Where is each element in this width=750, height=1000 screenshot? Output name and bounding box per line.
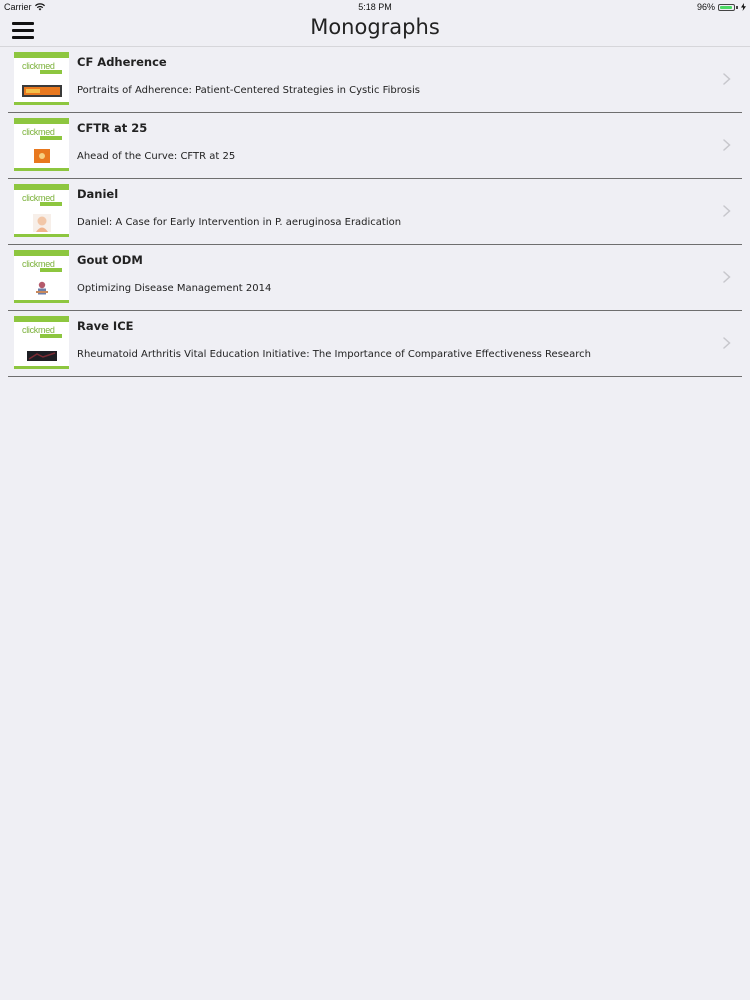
monograph-subtitle: Ahead of the Curve: CFTR at 25 [77,151,236,162]
monograph-row[interactable]: clickmed Gout ODM Optimizing Disease Man… [8,245,742,311]
thumbnail-top-bar [14,316,69,322]
clickmed-logo: clickmed [22,62,62,76]
monograph-title: CFTR at 25 [77,121,148,135]
battery-icon [718,3,735,11]
monograph-title: CF Adherence [77,55,167,69]
thumbnail-top-bar [14,52,69,58]
thumbnail-bottom-bar [14,300,69,303]
clickmed-logo: clickmed [22,326,62,340]
monograph-subtitle: Portraits of Adherence: Patient-Centered… [77,85,420,96]
page-title: Monographs [310,15,440,39]
thumbnail-art-icon [33,280,50,300]
monograph-title: Rave ICE [77,319,134,333]
monograph-thumbnail: clickmed [14,52,69,105]
clickmed-logo: clickmed [22,128,62,142]
thumbnail-bottom-bar [14,234,69,237]
chevron-right-icon [723,205,731,217]
monograph-thumbnail: clickmed [14,118,69,171]
thumbnail-art-icon [32,214,51,236]
logo-text: clickmed [22,61,55,71]
thumbnail-top-bar [14,118,69,124]
thumbnail-art-icon [26,346,57,365]
status-right: 96% [697,2,746,12]
monograph-row[interactable]: clickmed Rave ICE Rheumatoid Arthritis V… [8,311,742,377]
chevron-right-icon [723,139,731,151]
thumbnail-top-bar [14,250,69,256]
thumbnail-bottom-bar [14,366,69,369]
monograph-row[interactable]: clickmed Daniel Daniel: A Case for Early… [8,179,742,245]
thumbnail-bottom-bar [14,102,69,105]
status-time: 5:18 PM [358,2,392,12]
logo-text: clickmed [22,259,55,269]
clickmed-logo: clickmed [22,194,62,208]
battery-percent: 96% [696,2,715,12]
navigation-bar: Monographs [0,14,750,47]
monograph-subtitle: Daniel: A Case for Early Intervention in… [77,217,402,228]
status-bar: Carrier 5:18 PM 96% [0,0,750,14]
logo-text: clickmed [22,193,55,203]
monograph-thumbnail: clickmed [14,184,69,237]
thumbnail-art-icon [21,82,62,101]
monograph-subtitle: Optimizing Disease Management 2014 [77,283,272,294]
monograph-title: Gout ODM [77,253,143,267]
monograph-row[interactable]: clickmed CF Adherence Portraits of Adher… [8,47,742,113]
logo-text: clickmed [22,325,55,335]
thumbnail-art-icon [33,148,50,167]
thumbnail-bottom-bar [14,168,69,171]
charging-bolt-icon [741,3,746,11]
clickmed-logo: clickmed [22,260,62,274]
logo-text: clickmed [22,127,55,137]
monograph-title: Daniel [77,187,119,201]
monograph-list: clickmed CF Adherence Portraits of Adher… [8,47,742,377]
chevron-right-icon [723,271,731,283]
monograph-thumbnail: clickmed [14,250,69,303]
chevron-right-icon [723,73,731,85]
battery-fill [720,5,732,9]
monograph-thumbnail: clickmed [14,316,69,369]
chevron-right-icon [723,337,731,349]
monograph-subtitle: Rheumatoid Arthritis Vital Education Ini… [77,349,591,360]
thumbnail-top-bar [14,184,69,190]
monograph-row[interactable]: clickmed CFTR at 25 Ahead of the Curve: … [8,113,742,179]
battery-cap [736,5,738,9]
